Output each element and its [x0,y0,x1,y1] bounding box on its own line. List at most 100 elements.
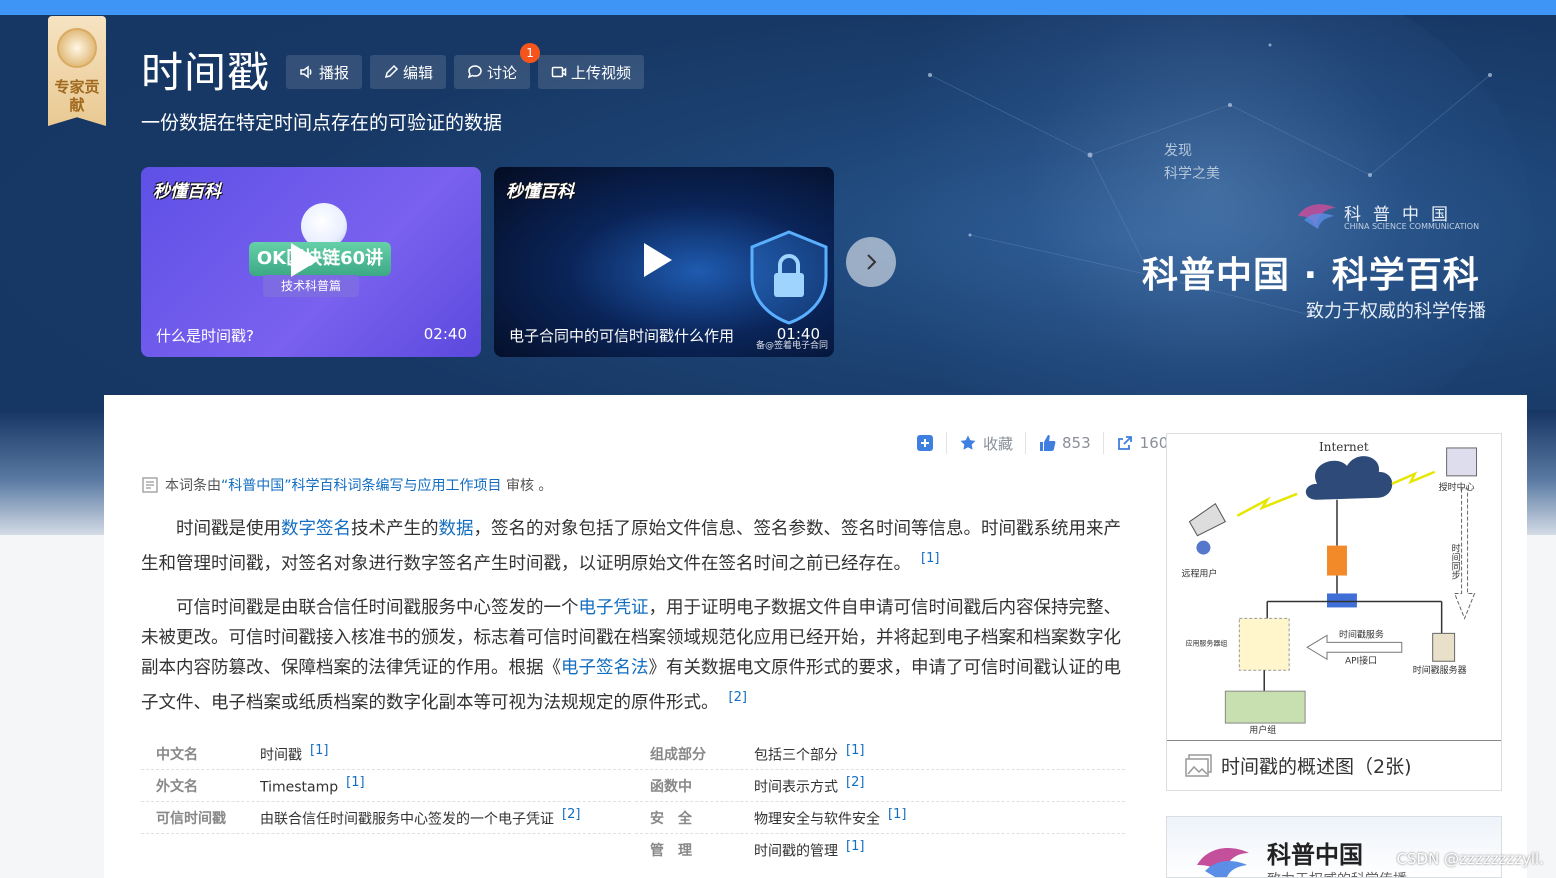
info-row: 管 理 时间戳的管理 [1] [635,834,1125,866]
shield-lock-icon [750,230,828,325]
broadcast-button[interactable]: 播报 [286,55,363,89]
science-logo-icon [1298,204,1336,229]
video-logo: 秒懂百科 [153,182,221,202]
chat-bubble-icon [467,65,482,79]
like-button[interactable]: 853 [1025,432,1103,454]
info-key: 可信时间戳 [156,810,226,827]
discussion-count-badge: 1 [520,43,541,63]
timestamp-network-diagram[interactable]: Internet 授时中心 远程用户 时间同步 应用服务器组 时间戳服务 API… [1167,434,1501,741]
info-value: 时间戳 [1] [260,742,329,764]
diagram-label-timing-center: 授时中心 [1439,481,1475,493]
info-row: 外文名 Timestamp [1] [141,770,631,802]
info-key: 组成部分 [650,746,706,763]
play-icon[interactable] [644,243,672,277]
info-row: 可信时间戳 由联合信任时间戳服务中心签发的一个电子凭证 [2] [141,802,631,834]
reference-link[interactable]: [2] [562,807,580,822]
info-key: 安 全 [650,810,692,827]
link-electronic-voucher[interactable]: 电子凭证 [579,598,649,618]
reference-link[interactable]: [1] [846,839,864,854]
science-china-card[interactable]: 科普中国 致力于权威的科学传播 [1166,816,1502,878]
share-icon [1117,436,1132,450]
carousel-next-button[interactable] [846,237,896,287]
science-subtitle: 致力于权威的科学传播 [1306,301,1486,322]
science-logo-icon [1197,848,1249,877]
share-count: 160 [1139,434,1169,452]
video-banner-text: OK区块链60讲 [249,242,391,276]
image-gallery-icon [1185,753,1212,777]
diagram-label-ts-server: 时间戳服务器 [1413,664,1467,676]
upload-video-button[interactable]: 上传视频 [538,55,645,89]
collect-button[interactable]: 收藏 [946,432,1025,454]
reference-link[interactable]: [2] [729,690,747,705]
top-accent-bar [0,0,1556,15]
edit-label: 编辑 [403,63,434,82]
link-data[interactable]: 数据 [439,519,474,539]
edit-button[interactable]: 编辑 [370,55,447,89]
diagram-label-internet: Internet [1319,440,1369,454]
page-subtitle: 一份数据在特定时间点存在的可验证的数据 [141,112,503,134]
badge-emblem-icon [57,28,97,68]
header-actions: 播报 编辑 讨论 1 上传视频 [286,43,645,89]
image-caption-text: 时间戳的概述图（2张) [1221,756,1412,778]
pencil-icon [384,64,399,79]
info-row: 组成部分 包括三个部分 [1] [635,738,1125,770]
review-link[interactable]: “科普中国”科学百科词条编写与应用工作项目 [221,478,502,494]
discuss-button[interactable]: 讨论 1 [454,43,541,89]
science-brand: 科普中国 CHINA SCIENCE COMMUNICATION [1296,200,1496,240]
collect-label: 收藏 [983,434,1014,453]
science-title: 科普中国 · 科学百科 [1142,255,1480,296]
info-row: 中文名 时间戳 [1] [141,738,631,770]
info-value: 包括三个部分 [1] [754,742,865,764]
link-digital-signature[interactable]: 数字签名 [281,519,351,539]
add-button[interactable] [916,432,946,454]
reference-link[interactable]: [1] [310,743,328,758]
summary-image-card[interactable]: Internet 授时中心 远程用户 时间同步 应用服务器组 时间戳服务 API… [1166,433,1502,791]
video-card-2[interactable]: 秒懂百科 电子合同中的可信时间戳什么作用 01:40 备@签着电子合同 [494,167,834,357]
image-caption[interactable]: 时间戳的概述图（2张) [1185,752,1412,779]
discuss-label: 讨论 [487,63,518,82]
science-tagline: 发现 科学之美 [1164,143,1220,182]
speaker-icon [300,65,312,79]
video-logo: 秒懂百科 [506,182,574,202]
info-key: 外文名 [156,778,198,795]
thumbs-up-icon [1040,435,1056,451]
broadcast-label: 播报 [319,63,350,82]
info-row: 函数中 时间表示方式 [2] [635,770,1125,802]
video-card-1[interactable]: 秒懂百科 OK区块链60讲 技术科普篇 什么是时间戳? 02:40 [141,167,481,357]
info-key: 函数中 [650,778,692,795]
review-prefix: 本词条由 [165,478,221,494]
info-key: 管 理 [650,843,692,859]
diagram-label-ts-service: 时间戳服务 [1339,628,1384,640]
diagram-label-api: API接口 [1345,654,1377,666]
plus-square-icon [917,435,933,451]
reference-link[interactable]: [1] [888,807,906,822]
star-icon [960,435,976,450]
badge-label: 专家贡献 [54,78,100,114]
article-toolbar: 收藏 853 160 [916,432,1180,454]
reference-link[interactable]: [2] [846,775,864,790]
info-key: 中文名 [156,746,198,763]
info-value: 物理安全与软件安全 [1] [754,806,907,828]
info-value: 时间表示方式 [2] [754,774,865,796]
info-value: 时间戳的管理 [1] [754,839,865,860]
video-caption: 什么是时间戳? [156,327,254,345]
video-banner-sub: 技术科普篇 [263,275,359,297]
paragraph-1: 时间戳是使用数字签名技术产生的数据，签名的对象包括了原始文件信息、签名参数、签名… [141,519,1121,574]
info-row: 安 全 物理安全与软件安全 [1] [635,802,1125,834]
brand-en: CHINA SCIENCE COMMUNICATION [1344,222,1480,231]
video-duration: 02:40 [423,325,467,343]
page-title: 时间戳 [141,48,271,97]
diagram-label-app-servers: 应用服务器组 [1185,638,1227,647]
link-electronic-signature-law[interactable]: 电子签名法 [561,658,649,678]
reference-link[interactable]: [1] [346,775,364,790]
info-value: 由联合信任时间戳服务中心签发的一个电子凭证 [2] [260,806,581,828]
info-value: Timestamp [1] [260,775,365,796]
expert-contribution-badge: 专家贡献 [48,16,106,134]
play-icon[interactable] [291,243,319,277]
diagram-label-timing-sync: 时间同步 [1450,543,1460,581]
reference-link[interactable]: [1] [921,551,939,566]
reference-link[interactable]: [1] [846,743,864,758]
diagram-label-user-group: 用户组 [1249,724,1276,736]
like-count: 853 [1062,434,1091,452]
video-watermark: 备@签着电子合同 [755,341,828,351]
